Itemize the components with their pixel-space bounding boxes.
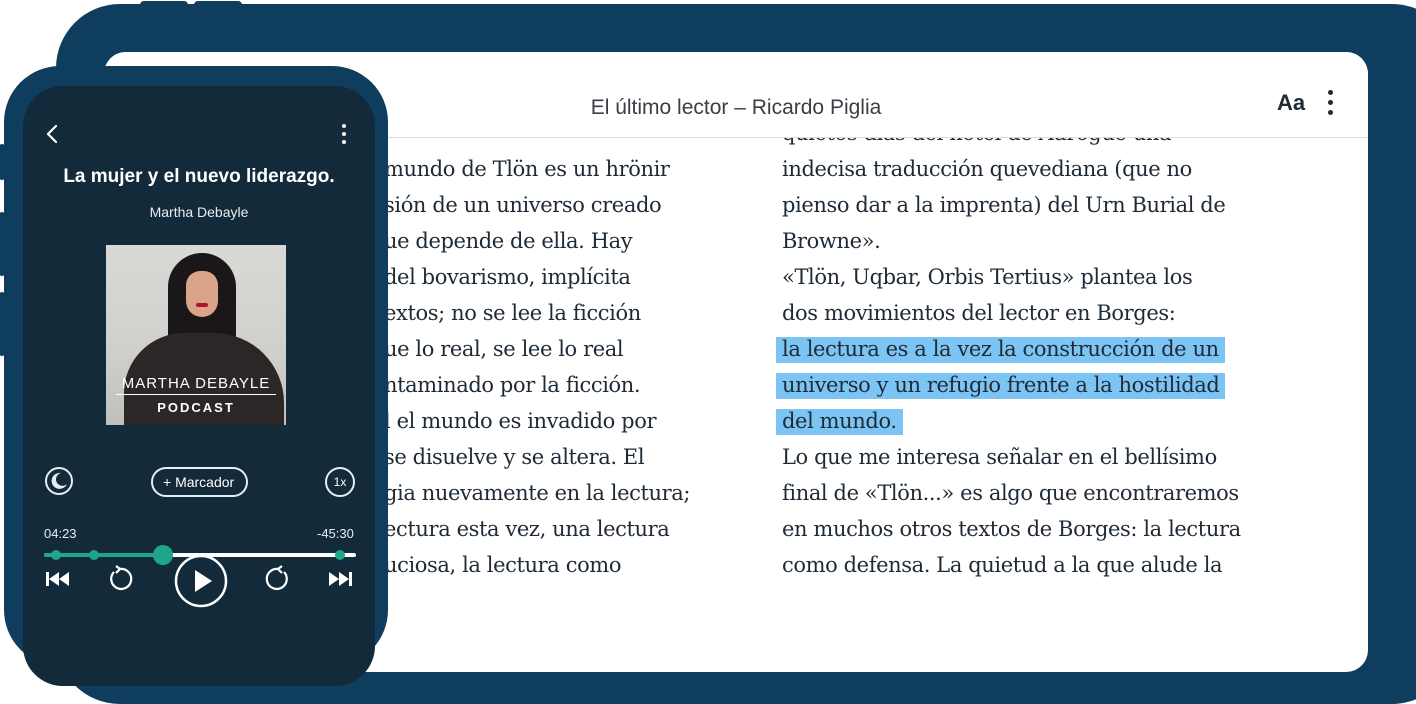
text-line: en muchos otros textos de Borges: la lec… (782, 517, 1241, 541)
chapter-marker[interactable] (51, 550, 62, 560)
forward-15-icon[interactable] (263, 564, 293, 594)
back-icon[interactable] (45, 124, 59, 144)
text-line: Browne». (782, 229, 881, 253)
text-line: del mundo. (776, 403, 1241, 439)
progress-fill (44, 553, 163, 557)
text-line: l el mundo es invadido por (384, 409, 657, 433)
text-line: indecisa traducción quevediana (que no (782, 157, 1192, 181)
text-line: Lo que me interesa señalar en el bellísi… (782, 445, 1217, 469)
skip-next-icon[interactable] (325, 564, 355, 594)
phone-device: La mujer y el nuevo liderazgo. Martha De… (0, 66, 388, 686)
text-line: ntaminado por la ficción. (384, 373, 641, 397)
text-line: dos movimientos del lector en Borges: (782, 301, 1176, 325)
chapter-marker[interactable] (88, 550, 99, 560)
text-line: del bovarismo, implícita (384, 265, 631, 289)
text-line: «Tlön, Uqbar, Orbis Tertius» plantea los (782, 265, 1193, 289)
progress-thumb[interactable] (152, 545, 173, 565)
text-line: universo y un refugio frente a la hostil… (776, 367, 1241, 403)
left-page-text: mundo de Tlön es un hrönir sión de un uni… (384, 151, 690, 583)
remaining-time: -45:30 (317, 526, 354, 541)
text-line: extos; no se lee la ficción (384, 301, 641, 325)
right-page-text: quietos días del hotel de Adrogué unaind… (776, 115, 1241, 583)
text-line: ectura esta vez, una lectura (384, 517, 670, 541)
more-vert-icon[interactable] (1326, 90, 1334, 116)
text-line: ue depende de ella. Hay (384, 229, 633, 253)
elapsed-time: 04:23 (44, 526, 77, 541)
podcast-author: Martha Debayle (149, 204, 249, 220)
text-line: ue lo real, se lee lo real (384, 337, 624, 361)
podcast-cover-art: MARTHA DEBAYLE PODCAST (106, 245, 286, 425)
cover-name: MARTHA DEBAYLE (116, 375, 276, 395)
chapter-marker[interactable] (335, 550, 346, 560)
episode-title: La mujer y el nuevo liderazgo. (63, 166, 335, 187)
text-line: gia nuevamente en la lectura; (384, 481, 691, 505)
skip-previous-icon[interactable] (43, 564, 73, 594)
sleep-timer-icon[interactable] (44, 466, 74, 496)
phone-side-button (0, 212, 5, 276)
text-line: pienso dar a la imprenta) del Urn Burial… (782, 193, 1226, 217)
text-line: como defensa. La quietud a la que alude … (782, 553, 1223, 577)
text-line: se disuelve y se altera. El (384, 445, 645, 469)
phone-side-button (0, 144, 5, 180)
font-settings-button[interactable]: Aa (1277, 90, 1305, 116)
cover-subtitle: PODCAST (157, 400, 235, 415)
text-line: final de «Tlön...» es algo que encontrar… (782, 481, 1239, 505)
text-line: mundo de Tlön es un hrönir (384, 157, 670, 181)
phone-side-button (0, 292, 5, 356)
text-line: uciosa, la lectura como (384, 553, 622, 577)
audiobook-player-screen: La mujer y el nuevo liderazgo. Martha De… (23, 86, 375, 686)
more-vert-icon[interactable] (341, 124, 347, 144)
add-bookmark-button[interactable]: + Marcador (151, 467, 249, 497)
text-line: sión de un universo creado (384, 193, 662, 217)
tablet-button (140, 1, 188, 9)
text-line: la lectura es a la vez la construcción d… (776, 331, 1241, 367)
tablet-button (194, 1, 242, 9)
playback-speed-button[interactable]: 1x (325, 467, 355, 497)
rewind-15-icon[interactable] (105, 564, 135, 594)
